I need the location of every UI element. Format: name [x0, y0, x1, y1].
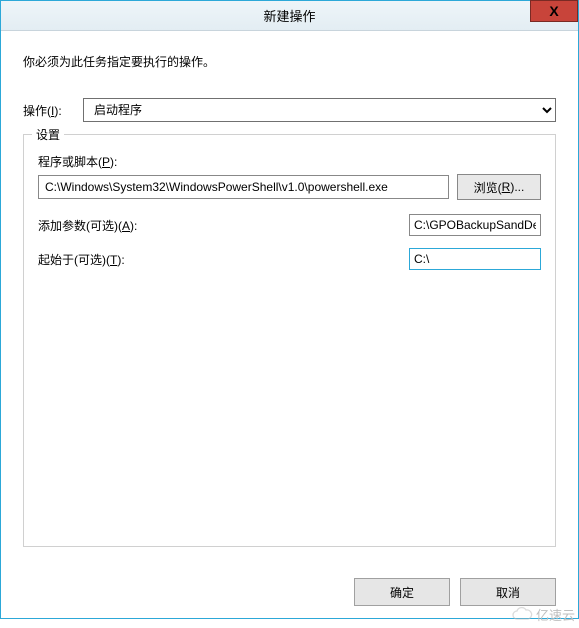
startin-row: 起始于(可选)(T): [38, 248, 541, 270]
program-label: 程序或脚本(P): [38, 153, 541, 170]
arguments-row: 添加参数(可选)(A): [38, 214, 541, 236]
cancel-button[interactable]: 取消 [460, 578, 556, 606]
arguments-input[interactable] [409, 214, 541, 236]
close-icon: X [549, 3, 558, 19]
titlebar: 新建操作 X [1, 1, 578, 31]
settings-group: 设置 程序或脚本(P): 浏览(R)... 添加参数(可选)(A): 起始于(可… [23, 134, 556, 547]
program-row: 浏览(R)... [38, 174, 541, 200]
dialog-buttons: 确定 取消 [354, 578, 556, 606]
arguments-label: 添加参数(可选)(A): [38, 217, 409, 234]
action-select-wrap: 启动程序 [83, 98, 556, 122]
action-select[interactable]: 启动程序 [83, 98, 556, 122]
window-title: 新建操作 [263, 6, 315, 25]
startin-label: 起始于(可选)(T): [38, 251, 409, 268]
ok-button[interactable]: 确定 [354, 578, 450, 606]
settings-legend: 设置 [32, 126, 64, 143]
program-input[interactable] [38, 175, 449, 199]
browse-button[interactable]: 浏览(R)... [457, 174, 541, 200]
instruction-text: 你必须为此任务指定要执行的操作。 [23, 53, 556, 70]
action-label: 操作(I): [23, 102, 83, 119]
action-row: 操作(I): 启动程序 [23, 98, 556, 122]
dialog-window: 新建操作 X 你必须为此任务指定要执行的操作。 操作(I): 启动程序 设置 程… [0, 0, 579, 619]
startin-input[interactable] [409, 248, 541, 270]
close-button[interactable]: X [530, 0, 578, 22]
dialog-body: 你必须为此任务指定要执行的操作。 操作(I): 启动程序 设置 程序或脚本(P)… [1, 31, 578, 547]
